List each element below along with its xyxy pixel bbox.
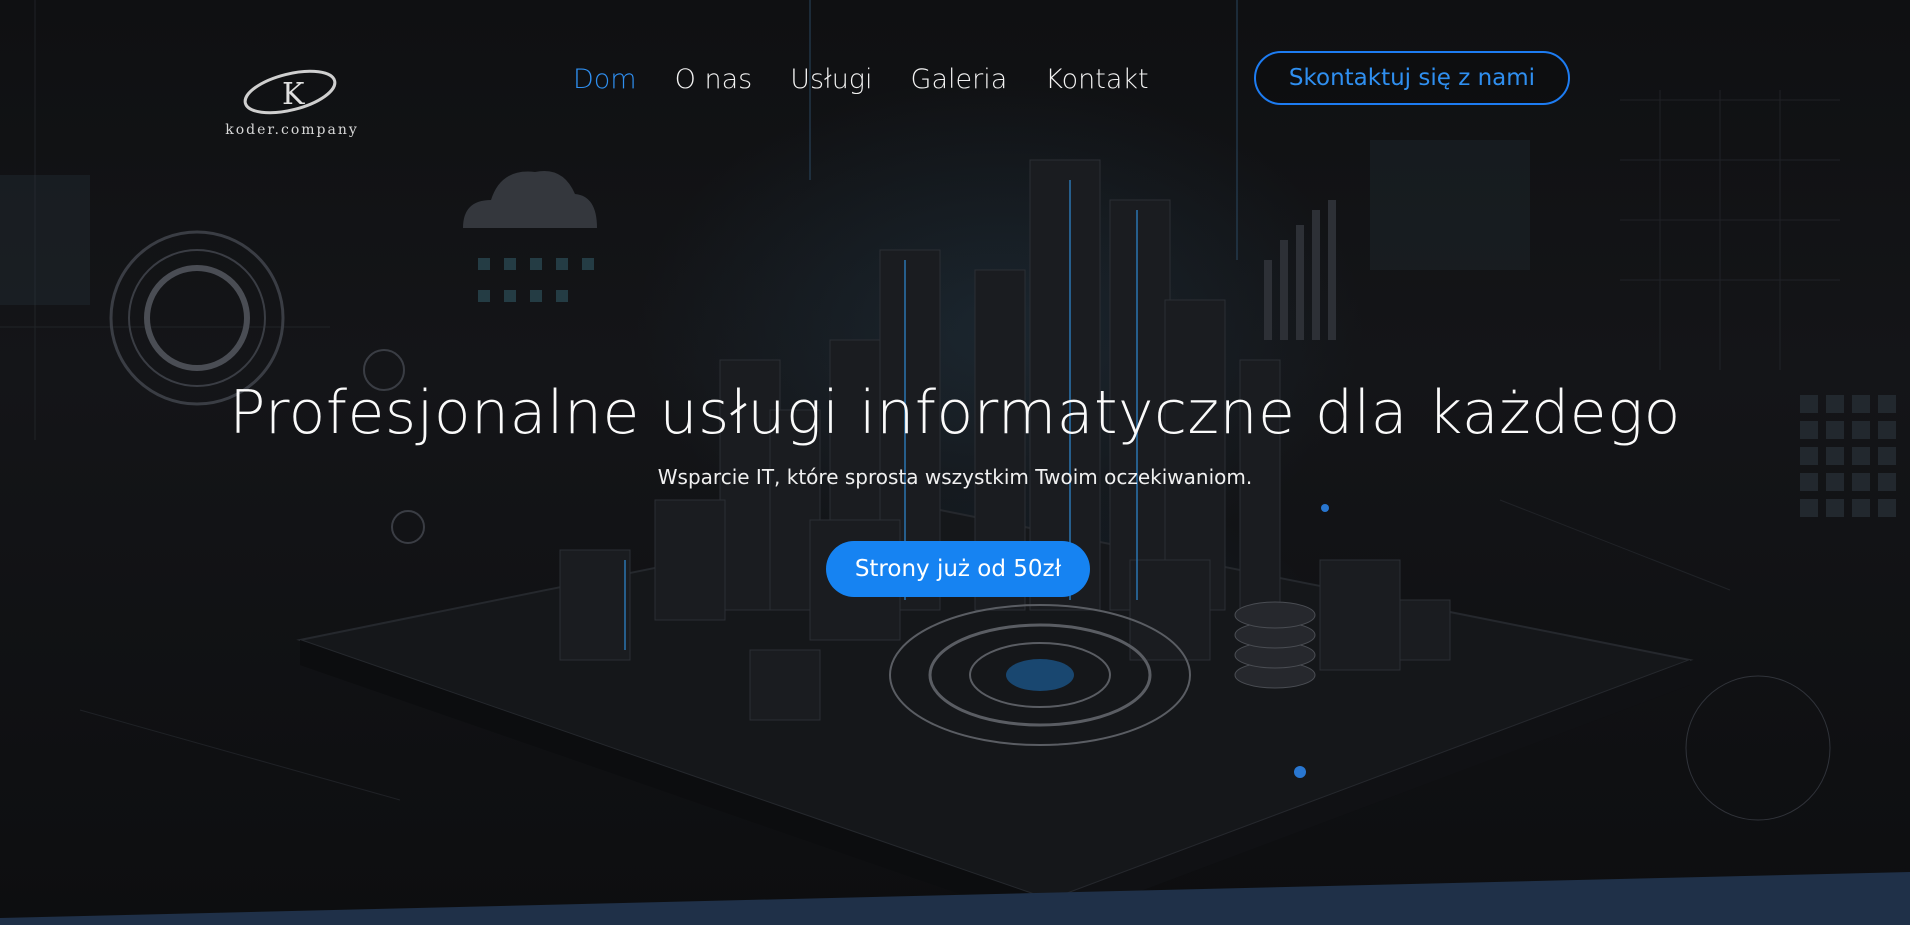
brand-logo[interactable]: K koder.company bbox=[222, 64, 362, 144]
logo-letter: K bbox=[282, 77, 305, 112]
nav-item-uslugi[interactable]: Usługi bbox=[790, 64, 872, 95]
pricing-cta-button[interactable]: Strony już od 50zł bbox=[826, 541, 1090, 597]
hero-subline: Wsparcie IT, które sprosta wszystkim Two… bbox=[657, 465, 1253, 489]
hero-section: K koder.company Dom O nas Usługi Galeria… bbox=[0, 0, 1910, 925]
k-swoosh-logo-icon: K bbox=[243, 69, 337, 115]
hero-headline: Profesjonalne usługi informatyczne dla k… bbox=[229, 378, 1681, 448]
nav-item-kontakt[interactable]: Kontakt bbox=[1045, 64, 1148, 95]
main-nav: Dom O nas Usługi Galeria Kontakt bbox=[573, 58, 1149, 100]
section-divider bbox=[0, 872, 1910, 925]
contact-us-button[interactable]: Skontaktuj się z nami bbox=[1254, 51, 1570, 105]
logo-text: koder.company bbox=[225, 122, 359, 138]
nav-item-dom[interactable]: Dom bbox=[573, 64, 637, 95]
nav-item-galeria[interactable]: Galeria bbox=[911, 64, 1008, 95]
nav-item-o-nas[interactable]: O nas bbox=[675, 64, 753, 95]
